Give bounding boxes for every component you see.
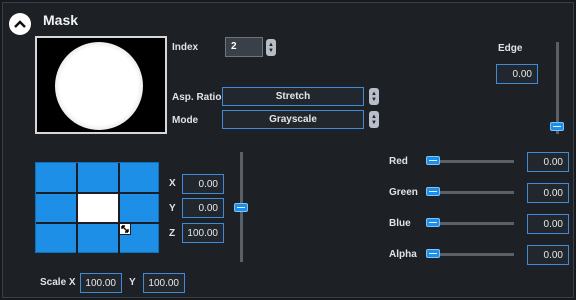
aspect-ratio-select[interactable]: Stretch <box>222 87 364 106</box>
position-grid[interactable] <box>35 162 160 254</box>
blue-slider-track[interactable] <box>428 222 514 225</box>
collapse-button[interactable] <box>9 13 31 35</box>
edge-slider-thumb[interactable] <box>550 122 564 131</box>
alpha-field[interactable]: 0.00 <box>527 245 569 265</box>
spin-down-icon: ▼ <box>371 119 377 126</box>
red-field[interactable]: 0.00 <box>527 152 569 172</box>
position-z-slider-thumb[interactable] <box>234 203 248 212</box>
mask-preview <box>35 36 167 134</box>
scale-x-label: Scale X <box>40 277 76 288</box>
green-slider-track[interactable] <box>428 191 514 194</box>
blue-slider-thumb[interactable] <box>426 218 440 227</box>
position-x-field[interactable]: 0.00 <box>182 174 224 194</box>
green-label: Green <box>389 187 418 198</box>
panel-title: Mask <box>43 12 79 28</box>
scale-y-label: Y <box>129 277 136 288</box>
alpha-label: Alpha <box>389 249 417 260</box>
mode-label: Mode <box>172 115 199 126</box>
spin-down-icon: ▼ <box>268 47 274 54</box>
spin-down-icon: ▼ <box>371 96 377 103</box>
grid-divider <box>118 163 120 254</box>
resize-arrows-icon <box>121 225 129 233</box>
green-field[interactable]: 0.00 <box>527 183 569 203</box>
red-label: Red <box>389 156 408 167</box>
index-spinner[interactable]: ▲ ▼ <box>266 39 276 56</box>
index-field[interactable]: 2 <box>225 37 263 57</box>
red-slider-track[interactable] <box>428 160 514 163</box>
chevron-up-icon <box>14 20 26 28</box>
position-z-label: Z <box>169 228 176 239</box>
position-z-field[interactable]: 100.00 <box>182 223 224 243</box>
edge-label: Edge <box>498 43 523 54</box>
edge-slider-track[interactable] <box>556 42 559 134</box>
scale-y-field[interactable]: 100.00 <box>143 273 185 293</box>
aspect-ratio-label: Asp. Ratio <box>172 92 222 103</box>
resize-handle-icon[interactable] <box>119 223 131 235</box>
position-y-field[interactable]: 0.00 <box>182 198 224 218</box>
grid-center-cell[interactable] <box>78 194 118 222</box>
green-slider-thumb[interactable] <box>426 187 440 196</box>
red-slider-thumb[interactable] <box>426 156 440 165</box>
scale-x-field[interactable]: 100.00 <box>80 273 122 293</box>
alpha-slider-track[interactable] <box>428 253 514 256</box>
position-x-label: X <box>169 178 176 189</box>
aspect-ratio-spinner[interactable]: ▲ ▼ <box>369 88 379 105</box>
blue-label: Blue <box>389 218 411 229</box>
blue-field[interactable]: 0.00 <box>527 214 569 234</box>
mode-spinner[interactable]: ▲ ▼ <box>369 111 379 128</box>
edge-field[interactable]: 0.00 <box>496 64 538 84</box>
index-label: Index <box>172 42 199 53</box>
mask-shape <box>55 42 143 130</box>
mode-select[interactable]: Grayscale <box>222 110 364 129</box>
grid-divider <box>36 222 160 224</box>
position-y-label: Y <box>169 203 176 214</box>
alpha-slider-thumb[interactable] <box>426 249 440 258</box>
